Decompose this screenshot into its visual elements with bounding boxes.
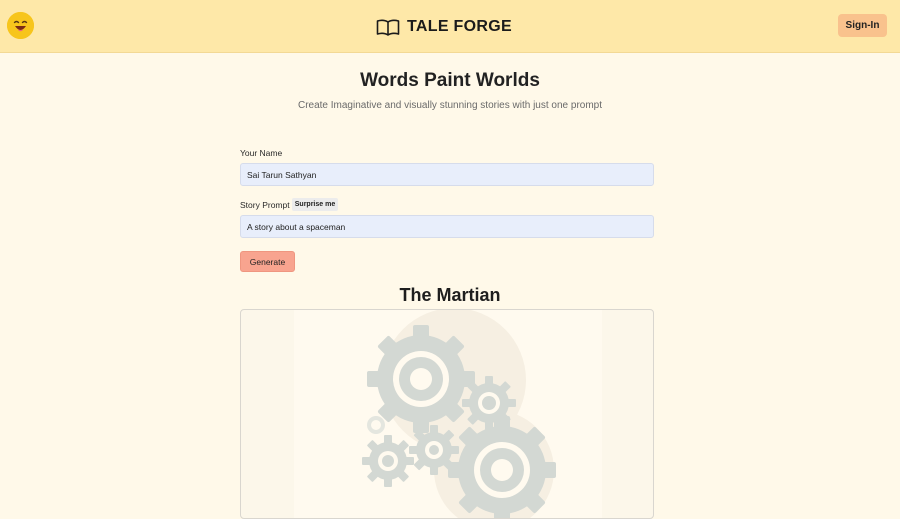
page-title: Words Paint Worlds: [360, 70, 540, 91]
page-subtitle: Create Imaginative and visually stunning…: [297, 100, 603, 111]
name-label: Your Name: [240, 148, 283, 158]
story-title: The Martian: [399, 285, 501, 305]
name-input[interactable]: Sai Tarun Sathyan: [240, 163, 654, 186]
sign-in-button[interactable]: Sign-In: [838, 14, 887, 37]
top-header: TALE FORGE Sign-In: [0, 0, 900, 53]
open-book-icon: [376, 19, 400, 36]
story-image-card: [240, 309, 654, 519]
story-image: [294, 310, 602, 518]
brand-name: TALE FORGE: [407, 18, 512, 35]
surprise-me-button[interactable]: Surprise me: [292, 198, 338, 211]
brand-logo[interactable]: TALE FORGE: [376, 16, 512, 38]
gears-loading-icon: [362, 310, 556, 518]
laughing-face-icon[interactable]: [7, 12, 34, 39]
story-prompt-input[interactable]: A story about a spaceman: [240, 215, 654, 238]
story-prompt-label: Story Prompt: [240, 200, 290, 210]
generate-button[interactable]: Generate: [240, 251, 295, 272]
